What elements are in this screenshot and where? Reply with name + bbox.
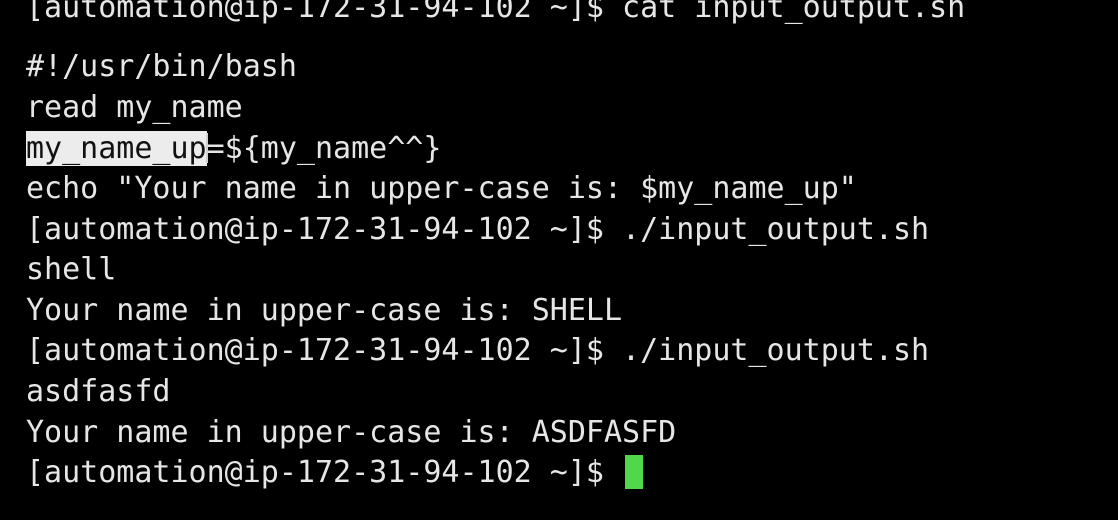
- terminal-line: #!/usr/bin/bash: [26, 49, 297, 84]
- terminal-line: [automation@ip-172-31-94-102 ~]$ cat inp…: [26, 0, 966, 25]
- terminal-line: [automation@ip-172-31-94-102 ~]$ ./input…: [26, 212, 930, 247]
- assignment-text: =${my_name^^}: [206, 131, 442, 166]
- terminal-line: Your name in upper-case is: SHELL: [26, 293, 623, 328]
- terminal-line: read my_name: [26, 90, 243, 125]
- terminal-window[interactable]: [automation@ip-172-31-94-102 ~]$ cat inp…: [0, 0, 1118, 520]
- terminal-line-highlighted: my_name_up=${my_name^^}: [26, 129, 441, 169]
- selected-text[interactable]: my_name_up: [26, 131, 207, 166]
- terminal-line: asdfasfd: [26, 374, 171, 409]
- terminal-line: [automation@ip-172-31-94-102 ~]$ ./input…: [26, 333, 930, 368]
- prompt-line[interactable]: [automation@ip-172-31-94-102 ~]$: [26, 453, 644, 493]
- prompt-text: [automation@ip-172-31-94-102 ~]$: [26, 455, 623, 490]
- terminal-line: Your name in upper-case is: ASDFASFD: [26, 415, 677, 450]
- terminal-line: shell: [26, 252, 117, 287]
- block-cursor-icon: [625, 455, 644, 489]
- terminal-line: echo "Your name in upper-case is: $my_na…: [26, 171, 857, 206]
